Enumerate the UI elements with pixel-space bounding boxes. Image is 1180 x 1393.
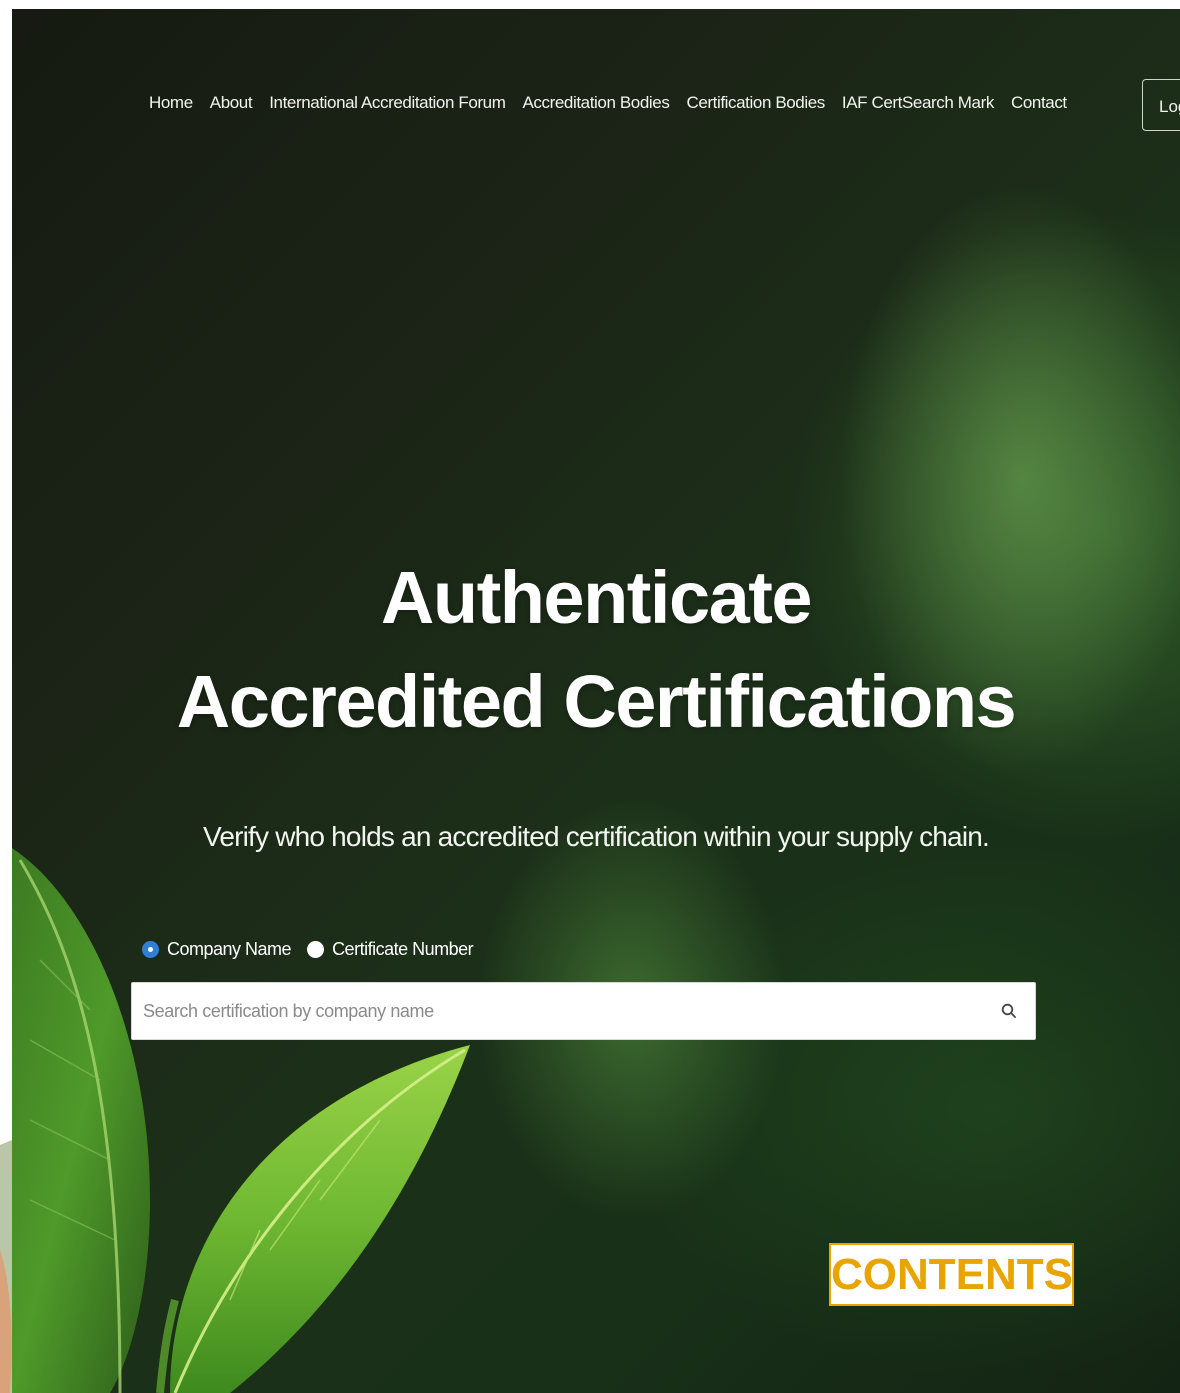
radio-company-name-label: Company Name [167,939,292,959]
hero-background: Home About International Accreditation F… [12,9,1180,1393]
page-title: Authenticate Accredited Certifications [12,546,1180,754]
radio-unchecked-icon[interactable] [307,941,325,958]
radio-certificate-number-label: Certificate Number [332,939,474,959]
radio-company-name[interactable]: Company Name [142,939,292,960]
search-icon[interactable] [989,991,1029,1031]
search-input[interactable] [132,983,989,1039]
nav-iaf-certsearch-mark[interactable]: IAF CertSearch Mark [842,93,994,113]
nav-home[interactable]: Home [149,93,193,113]
nav-international-accreditation-forum[interactable]: International Accreditation Forum [269,93,506,113]
nav-contact[interactable]: Contact [1011,93,1067,113]
search-type-options: Company Name Certificate Number [142,939,489,960]
search-bar [131,982,1036,1040]
main-nav: Home About International Accreditation F… [149,93,1067,113]
nav-certification-bodies[interactable]: Certification Bodies [686,93,825,113]
contents-badge[interactable]: CONTENTS [829,1243,1074,1306]
radio-certificate-number[interactable]: Certificate Number [307,939,474,960]
radio-checked-icon[interactable] [142,941,159,958]
page-title-line-1: Authenticate [380,556,813,639]
nav-about[interactable]: About [210,93,253,113]
login-button[interactable]: Log [1142,79,1180,131]
page-title-line-2: Accredited Certifications [176,660,1017,743]
page-subtitle: Verify who holds an accredited certifica… [203,821,990,852]
nav-accreditation-bodies[interactable]: Accreditation Bodies [522,93,669,113]
